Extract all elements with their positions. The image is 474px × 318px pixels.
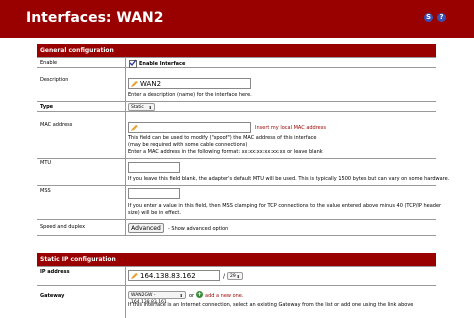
description-value: WAN2 xyxy=(140,80,162,88)
description-help: Enter a description (name) for the inter… xyxy=(128,92,252,98)
ip-input[interactable]: 164.138.83.162 xyxy=(128,270,220,281)
mss-help-1: If you enter a value in this field, then… xyxy=(128,203,442,209)
description-input[interactable]: WAN2 xyxy=(128,78,251,89)
ip-value: 164.138.83.162 xyxy=(140,272,196,280)
mtu-input[interactable] xyxy=(128,162,180,173)
check-icon xyxy=(129,59,137,67)
type-select[interactable]: Static ⬍ xyxy=(128,103,155,111)
general-config-header: General configuration xyxy=(37,44,436,57)
mss-label: MSS xyxy=(40,188,51,194)
advanced-button[interactable]: Advanced xyxy=(128,223,164,233)
type-select-value: Static xyxy=(131,105,144,110)
chevron-down-icon: ⬍ xyxy=(148,105,152,110)
page-header: Interfaces: WAN2 S ? xyxy=(0,0,474,38)
enable-checkbox[interactable] xyxy=(129,59,137,68)
static-ip-header: Static IP configuration xyxy=(37,253,436,266)
gateway-label: Gateway xyxy=(40,293,65,299)
mac-help-1: This field can be used to modify ("spoof… xyxy=(128,135,317,141)
mtu-label: MTU xyxy=(40,160,52,166)
mss-help-2: size) will be in effect. xyxy=(128,210,181,216)
enable-checkbox-label: Enable Interface xyxy=(139,61,186,67)
pencil-icon xyxy=(131,81,138,87)
gateway-or-text: or xyxy=(189,293,195,299)
mac-help-2: (may be required with some cable connect… xyxy=(128,142,248,148)
ip-label: IP address xyxy=(40,269,70,275)
add-icon[interactable]: + xyxy=(196,291,203,298)
type-label: Type xyxy=(40,104,54,110)
pencil-icon xyxy=(131,125,138,131)
mac-help-3: Enter a MAC address in the following for… xyxy=(128,149,323,155)
page-title: Interfaces: WAN2 xyxy=(26,10,164,26)
gateway-select[interactable]: WAN2GW - 164.138.83.161 ⬍ xyxy=(128,291,186,305)
chevron-down-icon: ⬍ xyxy=(236,274,240,279)
static-ip-title: Static IP configuration xyxy=(40,256,116,263)
insert-mac-link[interactable]: Insert my local MAC address xyxy=(255,125,326,131)
status-icon[interactable]: S xyxy=(424,13,433,22)
speed-label: Speed and duplex xyxy=(40,224,86,230)
add-gateway-link[interactable]: add a new one. xyxy=(205,293,243,299)
prefix-select-value: 29 xyxy=(230,274,236,279)
mac-input[interactable] xyxy=(128,122,251,133)
advanced-help: - Show advanced option xyxy=(168,226,229,232)
help-icon[interactable]: ? xyxy=(437,13,446,22)
description-label: Description xyxy=(40,77,69,83)
pencil-icon xyxy=(131,273,138,279)
mac-label: MAC address xyxy=(40,122,73,128)
general-config-title: General configuration xyxy=(40,47,114,54)
main-content: General configuration Enable Enable Inte… xyxy=(37,38,449,318)
chevron-down-icon: ⬍ xyxy=(179,293,183,298)
prefix-select[interactable]: 29 ⬍ xyxy=(227,272,243,280)
enable-label: Enable xyxy=(40,60,58,66)
mss-input[interactable] xyxy=(128,188,180,199)
mtu-help: If you leave this field blank, the adapt… xyxy=(128,176,450,182)
gateway-help: If this interface is an Internet connect… xyxy=(128,302,414,308)
